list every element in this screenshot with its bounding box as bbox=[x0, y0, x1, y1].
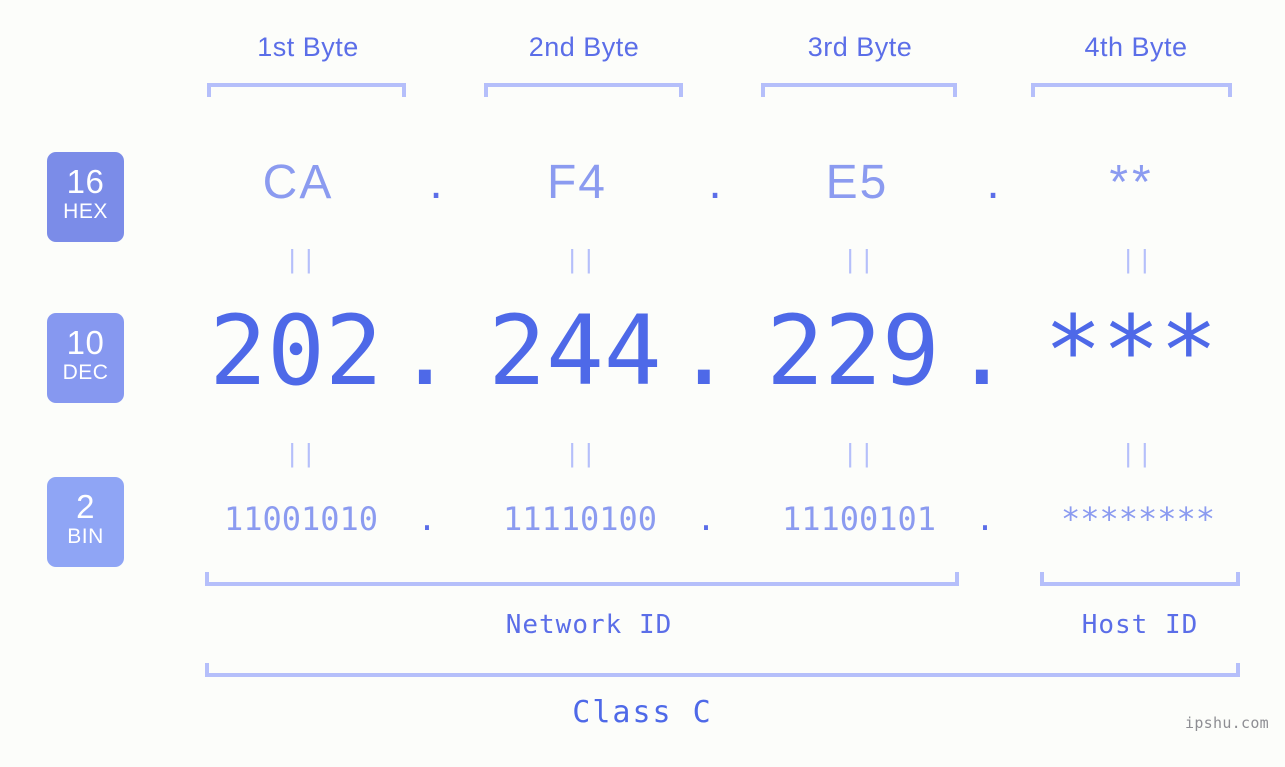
dec-byte-2: 244 bbox=[488, 295, 662, 407]
equals-mark-dec-bin-2: || bbox=[564, 440, 598, 470]
decimal-row: 202 . 244 . 229 . *** bbox=[0, 296, 1285, 406]
byte-bracket-top-2 bbox=[484, 83, 683, 97]
byte-header-3: 3rd Byte bbox=[807, 32, 913, 62]
dec-byte-3: 229 bbox=[766, 295, 940, 407]
network-id-bracket bbox=[205, 572, 959, 586]
hex-separator-2: . bbox=[708, 156, 722, 209]
dec-byte-4: *** bbox=[1044, 295, 1218, 407]
dec-separator-2: . bbox=[675, 295, 733, 407]
equals-mark-dec-bin-1: || bbox=[284, 440, 318, 470]
host-id-bracket bbox=[1040, 572, 1240, 586]
bin-separator-2: . bbox=[696, 500, 716, 538]
equals-mark-hex-dec-4: || bbox=[1120, 246, 1154, 276]
equals-mark-hex-dec-3: || bbox=[842, 246, 876, 276]
hex-byte-1: CA bbox=[262, 156, 334, 209]
bin-byte-3: 11100101 bbox=[781, 500, 937, 538]
byte-header-1: 1st Byte bbox=[257, 32, 359, 62]
byte-bracket-top-4 bbox=[1031, 83, 1232, 97]
equals-mark-dec-bin-4: || bbox=[1120, 440, 1154, 470]
network-id-label: Network ID bbox=[505, 610, 673, 640]
byte-header-4: 4th Byte bbox=[1084, 32, 1188, 62]
base-badge-hex: 16 HEX bbox=[47, 152, 124, 242]
dec-separator-3: . bbox=[953, 295, 1011, 407]
site-watermark: ipshu.com bbox=[1185, 714, 1269, 732]
bin-separator-1: . bbox=[417, 500, 437, 538]
base-badge-hex-name: HEX bbox=[63, 200, 108, 223]
equals-mark-hex-dec-2: || bbox=[564, 246, 598, 276]
hex-separator-1: . bbox=[429, 156, 443, 209]
hex-byte-2: F4 bbox=[546, 156, 607, 209]
byte-bracket-top-3 bbox=[761, 83, 957, 97]
hex-byte-3: E5 bbox=[825, 156, 889, 209]
dec-separator-1: . bbox=[396, 295, 454, 407]
host-id-label: Host ID bbox=[1081, 610, 1199, 640]
class-bracket bbox=[205, 663, 1240, 677]
byte-bracket-top-1 bbox=[207, 83, 406, 97]
hex-byte-4: ** bbox=[1109, 156, 1155, 209]
base-badge-hex-number: 16 bbox=[66, 163, 105, 200]
bin-byte-1: 11001010 bbox=[223, 500, 379, 538]
binary-row: 11001010 . 11110100 . 11100101 . *******… bbox=[0, 494, 1285, 544]
bin-byte-4: ******** bbox=[1060, 500, 1216, 538]
class-label: Class C bbox=[572, 695, 713, 730]
byte-header-2: 2nd Byte bbox=[528, 32, 640, 62]
equals-mark-hex-dec-1: || bbox=[284, 246, 318, 276]
hex-separator-3: . bbox=[986, 156, 1000, 209]
bin-byte-2: 11110100 bbox=[502, 500, 658, 538]
ip-address-breakdown-diagram: 1st Byte 2nd Byte 3rd Byte 4th Byte 16 H… bbox=[0, 0, 1285, 767]
equals-mark-dec-bin-3: || bbox=[842, 440, 876, 470]
bin-separator-3: . bbox=[975, 500, 995, 538]
dec-byte-1: 202 bbox=[209, 295, 383, 407]
